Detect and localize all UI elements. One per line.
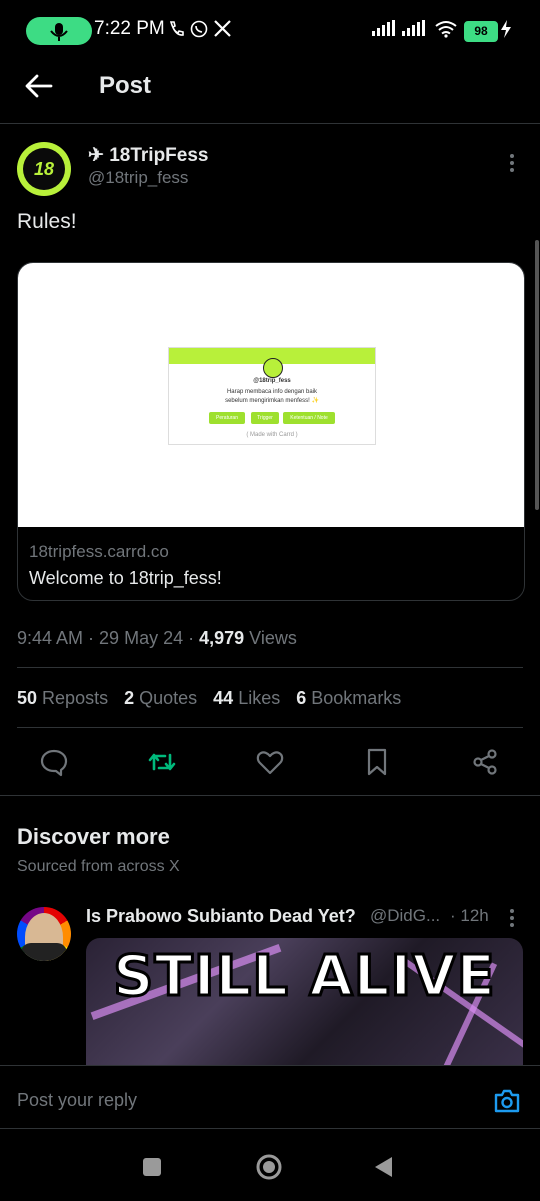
link-title: Welcome to 18trip_fess! bbox=[29, 568, 222, 588]
discover-author-name[interactable]: Is Prabowo Subianto Dead Yet? bbox=[86, 906, 356, 927]
wifi-icon bbox=[434, 20, 458, 43]
square-icon bbox=[143, 1158, 161, 1176]
signal-icon bbox=[372, 20, 398, 41]
reply-button[interactable] bbox=[39, 747, 69, 777]
discover-subtitle: Sourced from across X bbox=[17, 858, 180, 875]
whatsapp-icon bbox=[190, 20, 208, 43]
link-domain: 18tripfess.carrd.co bbox=[29, 542, 169, 561]
battery-icon: 98 bbox=[464, 21, 498, 42]
more-options-button[interactable] bbox=[505, 150, 519, 180]
mic-icon bbox=[50, 23, 68, 41]
preview-handle: @18trip_fess bbox=[253, 378, 291, 384]
scrollbar[interactable] bbox=[535, 240, 539, 510]
views-count: 4,979 bbox=[199, 628, 245, 648]
share-button[interactable] bbox=[470, 747, 500, 777]
discover-media[interactable]: STILL ALIVE bbox=[86, 938, 523, 1068]
preview-button-3: Ketentuan / Note bbox=[283, 412, 335, 424]
author-handle[interactable]: @18trip_fess bbox=[88, 168, 188, 188]
home-button[interactable] bbox=[255, 1153, 283, 1181]
link-card[interactable]: @18trip_fess Harap membaca info dengan b… bbox=[17, 262, 525, 601]
preview-button-1: Peraturan bbox=[209, 412, 245, 424]
stat-likes[interactable]: 44 Likes bbox=[213, 688, 280, 709]
preview-line-2: sebelum mengirimkan menfess! ✨ bbox=[225, 398, 319, 404]
more-vertical-icon bbox=[510, 909, 514, 927]
stat-bookmarks[interactable]: 6 Bookmarks bbox=[296, 688, 401, 709]
arrow-left-icon bbox=[25, 74, 53, 98]
page-title: Post bbox=[99, 72, 152, 99]
back-nav-button[interactable] bbox=[372, 1155, 396, 1179]
repost-button[interactable] bbox=[147, 747, 177, 777]
reply-input[interactable]: Post your reply bbox=[17, 1090, 137, 1111]
discover-author-handle[interactable]: @DidG... bbox=[370, 906, 440, 926]
post-time: 9:44 AM bbox=[17, 628, 84, 648]
stats-divider bbox=[17, 727, 523, 728]
stat-quotes[interactable]: 2 Quotes bbox=[124, 688, 197, 709]
post-text: Rules! bbox=[17, 210, 77, 233]
meta-divider bbox=[17, 667, 523, 668]
avatar-suit bbox=[21, 943, 67, 961]
bookmark-icon bbox=[367, 748, 387, 776]
discover-post-time: · 12h bbox=[450, 906, 489, 925]
like-button[interactable] bbox=[255, 747, 285, 777]
media-caption: STILL ALIVE bbox=[112, 943, 497, 1011]
mic-indicator bbox=[26, 17, 92, 45]
signal-icon-2 bbox=[402, 20, 428, 41]
link-card-image: @18trip_fess Harap membaca info dengan b… bbox=[18, 263, 524, 527]
discover-more-options-button[interactable] bbox=[505, 905, 519, 935]
x-icon bbox=[214, 20, 231, 42]
post-date: 29 May 24 bbox=[99, 628, 184, 648]
preview-button-2: Trigger bbox=[251, 412, 279, 424]
phone-icon bbox=[168, 20, 184, 43]
preview-line-1: Harap membaca info dengan baik bbox=[226, 389, 318, 395]
views-label: Views bbox=[249, 628, 297, 648]
recents-button[interactable] bbox=[141, 1156, 163, 1178]
circle-icon bbox=[256, 1154, 282, 1180]
discover-title: Discover more bbox=[17, 824, 170, 849]
avatar[interactable] bbox=[17, 907, 71, 961]
site-preview: @18trip_fess Harap membaca info dengan b… bbox=[168, 347, 376, 445]
status-bar: 7:22 PM 98 bbox=[0, 0, 540, 62]
camera-button[interactable] bbox=[492, 1086, 522, 1116]
camera-icon bbox=[494, 1089, 520, 1113]
bookmark-button[interactable] bbox=[362, 747, 392, 777]
clock: 7:22 PM bbox=[94, 18, 165, 39]
comment-icon bbox=[40, 749, 68, 777]
heart-icon bbox=[256, 751, 284, 775]
share-icon bbox=[473, 749, 497, 775]
avatar[interactable]: 18 bbox=[17, 142, 71, 196]
header-divider bbox=[0, 123, 540, 124]
preview-footer: ( Made with Carrd ) bbox=[246, 432, 298, 438]
stat-reposts[interactable]: 50 Reposts bbox=[17, 688, 108, 709]
charging-icon bbox=[500, 20, 512, 43]
back-button[interactable] bbox=[24, 72, 54, 100]
more-vertical-icon bbox=[510, 154, 514, 172]
repost-icon bbox=[148, 753, 176, 771]
triangle-back-icon bbox=[375, 1157, 392, 1177]
post-stats: 50 Reposts 2 Quotes 44 Likes 6 Bookmarks bbox=[17, 688, 401, 709]
avatar-logo: 18 bbox=[23, 148, 65, 190]
author-name[interactable]: ✈ 18TripFess bbox=[88, 144, 208, 167]
post-meta: 9:44 AM · 29 May 24 · 4,979 Views bbox=[17, 628, 297, 648]
actions-divider bbox=[0, 795, 540, 796]
preview-logo bbox=[263, 358, 283, 378]
